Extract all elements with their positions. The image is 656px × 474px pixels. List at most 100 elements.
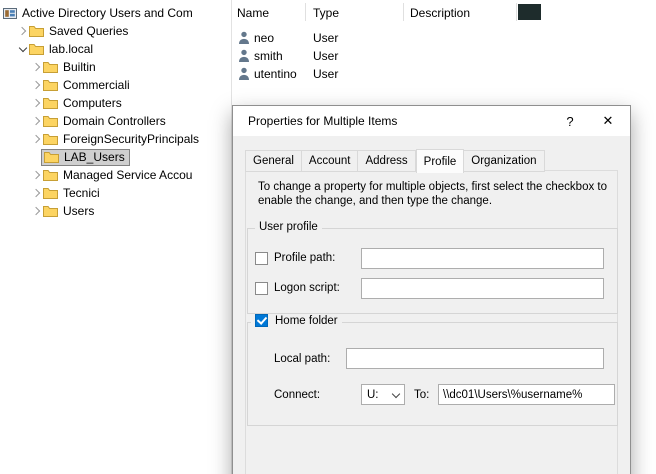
dialog-title: Properties for Multiple Items [248, 114, 397, 128]
local-path-label: Local path: [274, 353, 330, 365]
folder-icon [43, 133, 58, 145]
folder-icon [29, 25, 44, 37]
column-separator[interactable] [516, 3, 517, 21]
tree-item-lab-users[interactable]: LAB_Users [0, 148, 231, 166]
tree-item-saved-queries[interactable]: Saved Queries [0, 22, 231, 40]
chevron-right-icon[interactable] [30, 61, 43, 74]
tab-general[interactable]: General [245, 150, 302, 172]
list-header: Name Type Description [233, 0, 656, 26]
row-name: utentino [254, 67, 297, 81]
chevron-right-icon[interactable] [30, 133, 43, 146]
dialog-titlebar: Properties for Multiple Items ? ✕ [233, 106, 630, 136]
profile-path-checkbox[interactable] [255, 252, 268, 265]
local-path-input[interactable] [346, 348, 604, 369]
tree-item-label: Domain Controllers [63, 114, 166, 128]
directory-root-icon [3, 7, 17, 20]
close-button[interactable]: ✕ [592, 106, 624, 136]
list-item-neo[interactable]: neo User [233, 29, 656, 47]
console-tree: Active Directory Users and Com Saved Que… [0, 0, 232, 474]
row-name: neo [254, 31, 274, 45]
tree-item-label: Users [63, 204, 94, 218]
tree-item-builtin[interactable]: Builtin [0, 58, 231, 76]
logon-script-input[interactable] [361, 278, 604, 299]
tab-organization[interactable]: Organization [464, 150, 544, 172]
properties-dialog: Properties for Multiple Items ? ✕ Genera… [232, 105, 631, 474]
chevron-right-icon[interactable] [30, 115, 43, 128]
chevron-right-icon[interactable] [16, 25, 29, 38]
column-separator[interactable] [403, 3, 404, 21]
tab-address[interactable]: Address [358, 150, 415, 172]
folder-icon [43, 61, 58, 73]
folder-icon [43, 115, 58, 127]
chevron-right-icon[interactable] [30, 187, 43, 200]
column-header-name[interactable]: Name [237, 6, 269, 20]
folder-icon [43, 205, 58, 217]
dropdown-chevron-icon [392, 389, 400, 397]
chevron-down-icon[interactable] [16, 43, 29, 56]
drive-letter-value: U: [367, 389, 379, 401]
home-folder-checkbox[interactable] [255, 314, 268, 327]
drive-letter-dropdown[interactable]: U: [361, 384, 405, 405]
domain-icon [29, 43, 44, 55]
folder-icon [43, 169, 58, 181]
user-icon [238, 31, 250, 48]
column-separator[interactable] [305, 3, 306, 21]
tab-account[interactable]: Account [302, 150, 359, 172]
chevron-right-icon[interactable] [30, 205, 43, 218]
row-type: User [313, 67, 338, 81]
row-type: User [313, 31, 338, 45]
list-item-smith[interactable]: smith User [233, 47, 656, 65]
home-folder-group-label: Home folder [251, 314, 342, 327]
folder-icon [43, 187, 58, 199]
tree-item-root[interactable]: Active Directory Users and Com [0, 4, 231, 22]
user-profile-group-label: User profile [255, 221, 322, 233]
list-item-utentino[interactable]: utentino User [233, 65, 656, 83]
chevron-right-icon[interactable] [30, 169, 43, 182]
tree-item-domain-controllers[interactable]: Domain Controllers [0, 112, 231, 130]
tree-item-users[interactable]: Users [0, 202, 231, 220]
tree-item-tecnici[interactable]: Tecnici [0, 184, 231, 202]
tree-item-lab-local[interactable]: lab.local [0, 40, 231, 58]
column-header-description[interactable]: Description [410, 6, 470, 20]
tree-item-managed-service-accounts[interactable]: Managed Service Accou [0, 166, 231, 184]
user-icon [238, 67, 250, 84]
background-window-fragment [518, 4, 541, 20]
folder-icon [44, 151, 59, 163]
aduc-window: Active Directory Users and Com Saved Que… [0, 0, 656, 474]
home-folder-group [247, 322, 618, 426]
folder-icon [43, 79, 58, 91]
folder-icon [43, 97, 58, 109]
tab-profile[interactable]: Profile [416, 149, 465, 173]
user-icon [238, 49, 250, 66]
tree-item-label: Commerciali [63, 78, 130, 92]
chevron-right-icon[interactable] [30, 79, 43, 92]
logon-script-label: Logon script: [274, 282, 340, 294]
tree-item-computers[interactable]: Computers [0, 94, 231, 112]
selected-tree-item[interactable]: LAB_Users [41, 149, 130, 166]
row-type: User [313, 49, 338, 63]
logon-script-checkbox[interactable] [255, 282, 268, 295]
chevron-right-icon[interactable] [30, 97, 43, 110]
home-folder-path-input[interactable] [438, 384, 615, 405]
tree-item-label: Tecnici [63, 186, 100, 200]
tab-strip: General Account Address Profile Organiza… [245, 149, 545, 172]
row-name: smith [254, 49, 283, 63]
help-button[interactable]: ? [554, 106, 586, 136]
profile-path-label: Profile path: [274, 252, 335, 264]
tree-item-label: Builtin [63, 60, 96, 74]
tree-item-label: Managed Service Accou [63, 168, 192, 182]
profile-path-input[interactable] [361, 248, 604, 269]
tree-item-label: Computers [63, 96, 122, 110]
tree-item-foreign-security-principals[interactable]: ForeignSecurityPrincipals [0, 130, 231, 148]
tree-item-label: Saved Queries [49, 24, 128, 38]
home-folder-label: Home folder [275, 315, 338, 327]
connect-label: Connect: [274, 389, 320, 401]
tree-item-label: lab.local [49, 42, 93, 56]
instruction-text: To change a property for multiple object… [258, 180, 624, 208]
user-profile-group [247, 228, 618, 314]
tree-item-label: ForeignSecurityPrincipals [63, 132, 199, 146]
tree-item-label: LAB_Users [64, 150, 125, 164]
column-header-type[interactable]: Type [313, 6, 339, 20]
tree-item-label: Active Directory Users and Com [22, 6, 193, 20]
tree-item-commerciali[interactable]: Commerciali [0, 76, 231, 94]
